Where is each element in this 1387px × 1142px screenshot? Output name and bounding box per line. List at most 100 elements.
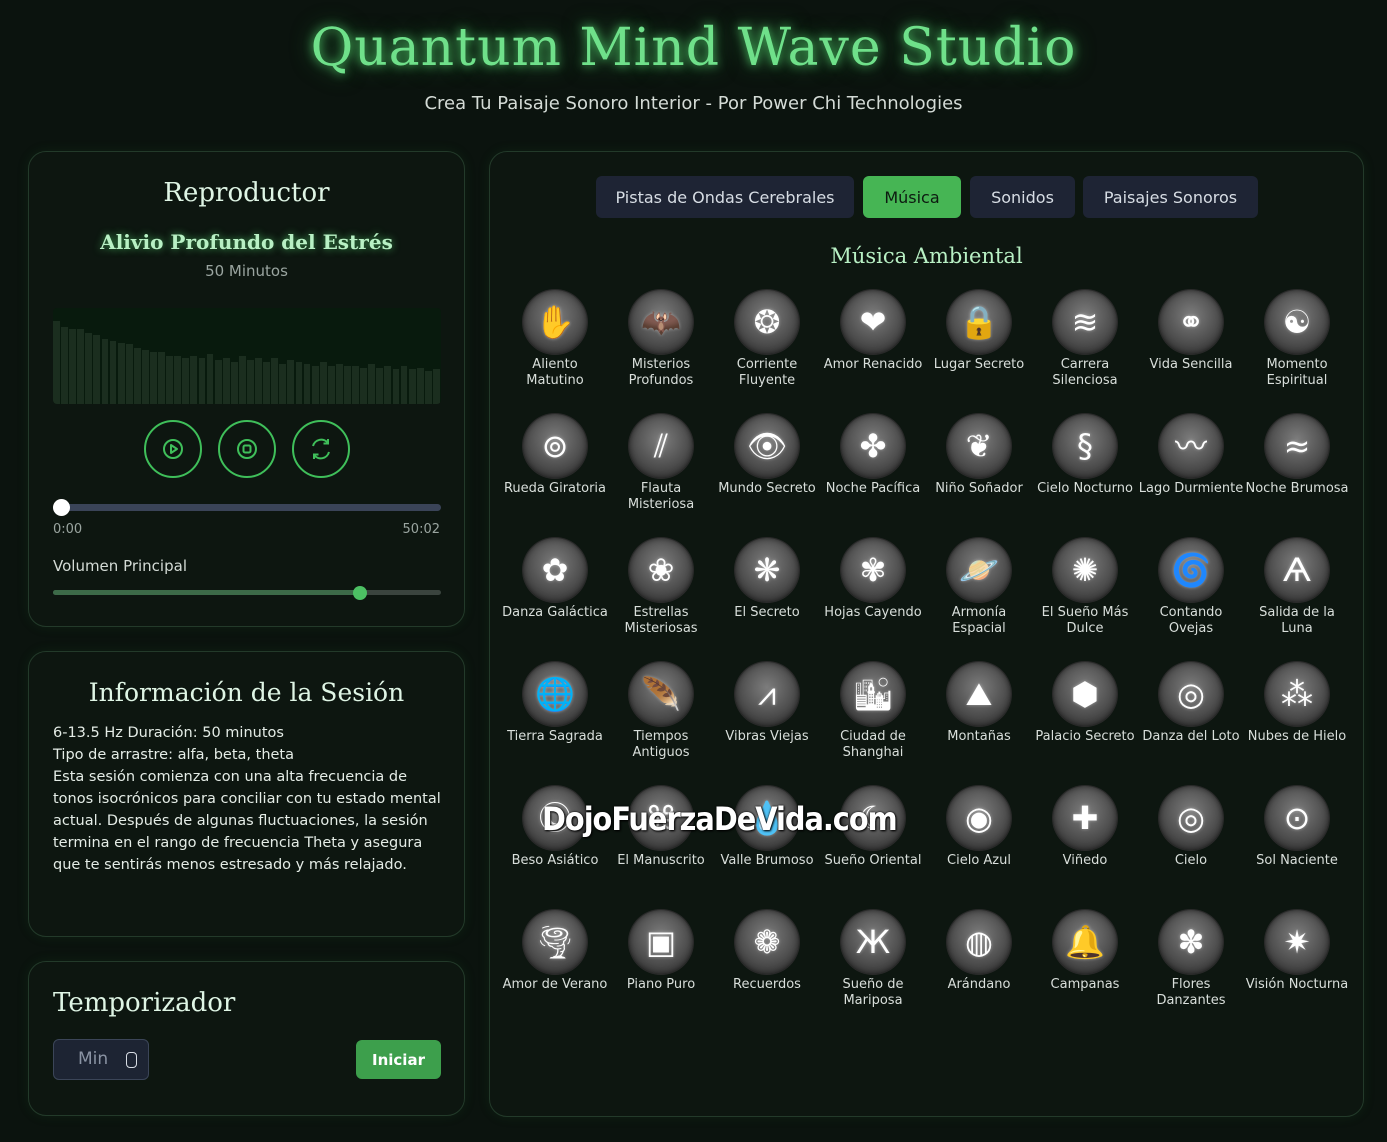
- dots-cloud-icon[interactable]: ⁂: [1265, 662, 1329, 726]
- knot-icon[interactable]: ⌘: [629, 786, 693, 850]
- music-item[interactable]: 🌪 Amor de Verano: [502, 910, 608, 1034]
- galaxy-rose-icon[interactable]: ✿: [523, 538, 587, 602]
- music-item[interactable]: ⫽ Flauta Misteriosa: [608, 414, 714, 538]
- tab-soundscapes[interactable]: Paisajes Sonoros: [1083, 176, 1258, 218]
- music-item[interactable]: ✋ Aliento Matutino: [502, 290, 608, 414]
- music-item[interactable]: ✚ Viñedo: [1032, 786, 1138, 910]
- planet-icon[interactable]: 🪐: [947, 538, 1011, 602]
- crescent-icon[interactable]: ☾: [841, 786, 905, 850]
- loop-button[interactable]: [292, 420, 350, 478]
- music-item[interactable]: 🏙 Ciudad de Shanghai: [820, 662, 926, 786]
- orbit-icon[interactable]: ⊚: [523, 414, 587, 478]
- music-item[interactable]: ≋ Carrera Silenciosa: [1032, 290, 1138, 414]
- swoosh-icon[interactable]: ≋: [1053, 290, 1117, 354]
- whirl-icon[interactable]: 🌪: [523, 910, 587, 974]
- spinner-arrows-icon[interactable]: [126, 1052, 137, 1068]
- tab-brainwave-tracks[interactable]: Pistas de Ondas Cerebrales: [596, 176, 854, 218]
- petals-icon[interactable]: ✤: [841, 414, 905, 478]
- timer-start-button[interactable]: Iniciar: [356, 1040, 441, 1079]
- peaks-icon[interactable]: ⩘: [735, 662, 799, 726]
- music-item[interactable]: ❁ Recuerdos: [714, 910, 820, 1034]
- music-item[interactable]: ⚭ Vida Sencilla: [1138, 290, 1244, 414]
- square-maze-icon[interactable]: ▣: [629, 910, 693, 974]
- music-item[interactable]: 🌀 Contando Ovejas: [1138, 538, 1244, 662]
- pinwheel-icon[interactable]: ✾: [841, 538, 905, 602]
- music-item[interactable]: ❋ El Secreto: [714, 538, 820, 662]
- swirl-s-icon[interactable]: §: [1053, 414, 1117, 478]
- music-item[interactable]: 🪐 Armonía Espacial: [926, 538, 1032, 662]
- music-item[interactable]: ◍ Arándano: [926, 910, 1032, 1034]
- leaves-icon[interactable]: ❦: [947, 414, 1011, 478]
- music-item[interactable]: ✤ Noche Pacífica: [820, 414, 926, 538]
- music-item[interactable]: Ⓒ Beso Asiático: [502, 786, 608, 910]
- music-item[interactable]: 🌐 Tierra Sagrada: [502, 662, 608, 786]
- tab-music[interactable]: Música: [863, 176, 961, 218]
- dandelion-icon[interactable]: ✺: [1053, 538, 1117, 602]
- tab-sounds[interactable]: Sonidos: [970, 176, 1075, 218]
- music-item[interactable]: ☾ Sueño Oriental: [820, 786, 926, 910]
- music-item[interactable]: ✾ Hojas Cayendo: [820, 538, 926, 662]
- music-item[interactable]: ✷ Visión Nocturna: [1244, 910, 1350, 1034]
- music-item[interactable]: ☯ Momento Espiritual: [1244, 290, 1350, 414]
- skyline-icon[interactable]: 🏙: [841, 662, 905, 726]
- bell-icon[interactable]: 🔔: [1053, 910, 1117, 974]
- flower-icon[interactable]: ❀: [629, 538, 693, 602]
- lock-icon[interactable]: 🔒: [947, 290, 1011, 354]
- mountain-icon[interactable]: ⛰: [947, 662, 1011, 726]
- target-icon[interactable]: ◎: [1159, 786, 1223, 850]
- drop-icon[interactable]: 💧: [735, 786, 799, 850]
- hand-spiral-icon[interactable]: ✋: [523, 290, 587, 354]
- circle-c-icon[interactable]: Ⓒ: [523, 786, 587, 850]
- vortex-icon[interactable]: 🌀: [1159, 538, 1223, 602]
- music-item[interactable]: Ѧ Salida de la Luna: [1244, 538, 1350, 662]
- flute-icon[interactable]: ⫽: [629, 414, 693, 478]
- progress-thumb[interactable]: [53, 499, 70, 516]
- meditation-icon[interactable]: ☯: [1265, 290, 1329, 354]
- music-item[interactable]: ⊚ Rueda Giratoria: [502, 414, 608, 538]
- fan-icon[interactable]: ❋: [735, 538, 799, 602]
- music-item[interactable]: 🪶 Tiempos Antiguos: [608, 662, 714, 786]
- music-item[interactable]: ⌘ El Manuscrito: [608, 786, 714, 910]
- mist-icon[interactable]: ≈: [1265, 414, 1329, 478]
- dot-spiral-icon[interactable]: ❂: [735, 290, 799, 354]
- orb-icon[interactable]: ◍: [947, 910, 1011, 974]
- music-item[interactable]: 〰 Lago Durmiente: [1138, 414, 1244, 538]
- volume-thumb[interactable]: [352, 586, 367, 600]
- music-item[interactable]: ❦ Niño Soñador: [926, 414, 1032, 538]
- bloom-swirl-icon[interactable]: ❁: [735, 910, 799, 974]
- starburst-icon[interactable]: ✷: [1265, 910, 1329, 974]
- music-item[interactable]: ◉ Cielo Azul: [926, 786, 1032, 910]
- birds-icon[interactable]: Ѧ: [1265, 538, 1329, 602]
- music-item[interactable]: ✿ Danza Galáctica: [502, 538, 608, 662]
- music-item[interactable]: ❤ Amor Renacido: [820, 290, 926, 414]
- ring-swirl-icon[interactable]: ◎: [1159, 662, 1223, 726]
- music-item[interactable]: 🔒 Lugar Secreto: [926, 290, 1032, 414]
- volume-slider[interactable]: [53, 586, 441, 600]
- globe-icon[interactable]: 🌐: [523, 662, 587, 726]
- wave-pulse-icon[interactable]: 〰: [1159, 414, 1223, 478]
- music-item[interactable]: § Cielo Nocturno: [1032, 414, 1138, 538]
- rings-icon[interactable]: ⚭: [1159, 290, 1223, 354]
- cube-icon[interactable]: ⬢: [1053, 662, 1117, 726]
- flower-petals-icon[interactable]: ✽: [1159, 910, 1223, 974]
- music-item[interactable]: ▣ Piano Puro: [608, 910, 714, 1034]
- music-item[interactable]: ≈ Noche Brumosa: [1244, 414, 1350, 538]
- butterfly-icon[interactable]: Ж: [841, 910, 905, 974]
- music-item[interactable]: ⬢ Palacio Secreto: [1032, 662, 1138, 786]
- cross-blocks-icon[interactable]: ✚: [1053, 786, 1117, 850]
- progress-bar[interactable]: [53, 504, 441, 511]
- music-item[interactable]: 🔔 Campanas: [1032, 910, 1138, 1034]
- music-item[interactable]: ❂ Corriente Fluyente: [714, 290, 820, 414]
- play-button[interactable]: [144, 420, 202, 478]
- eye-icon[interactable]: 👁: [735, 414, 799, 478]
- music-item[interactable]: ❀ Estrellas Misteriosas: [608, 538, 714, 662]
- music-item[interactable]: 👁 Mundo Secreto: [714, 414, 820, 538]
- hearts-icon[interactable]: ❤: [841, 290, 905, 354]
- concentric-icon[interactable]: ◉: [947, 786, 1011, 850]
- music-item[interactable]: ⁂ Nubes de Hielo: [1244, 662, 1350, 786]
- music-item[interactable]: ⛰ Montañas: [926, 662, 1032, 786]
- music-item[interactable]: 💧 Valle Brumoso: [714, 786, 820, 910]
- music-item[interactable]: ✽ Flores Danzantes: [1138, 910, 1244, 1034]
- music-item[interactable]: ◎ Danza del Loto: [1138, 662, 1244, 786]
- music-item[interactable]: Ж Sueño de Mariposa: [820, 910, 926, 1034]
